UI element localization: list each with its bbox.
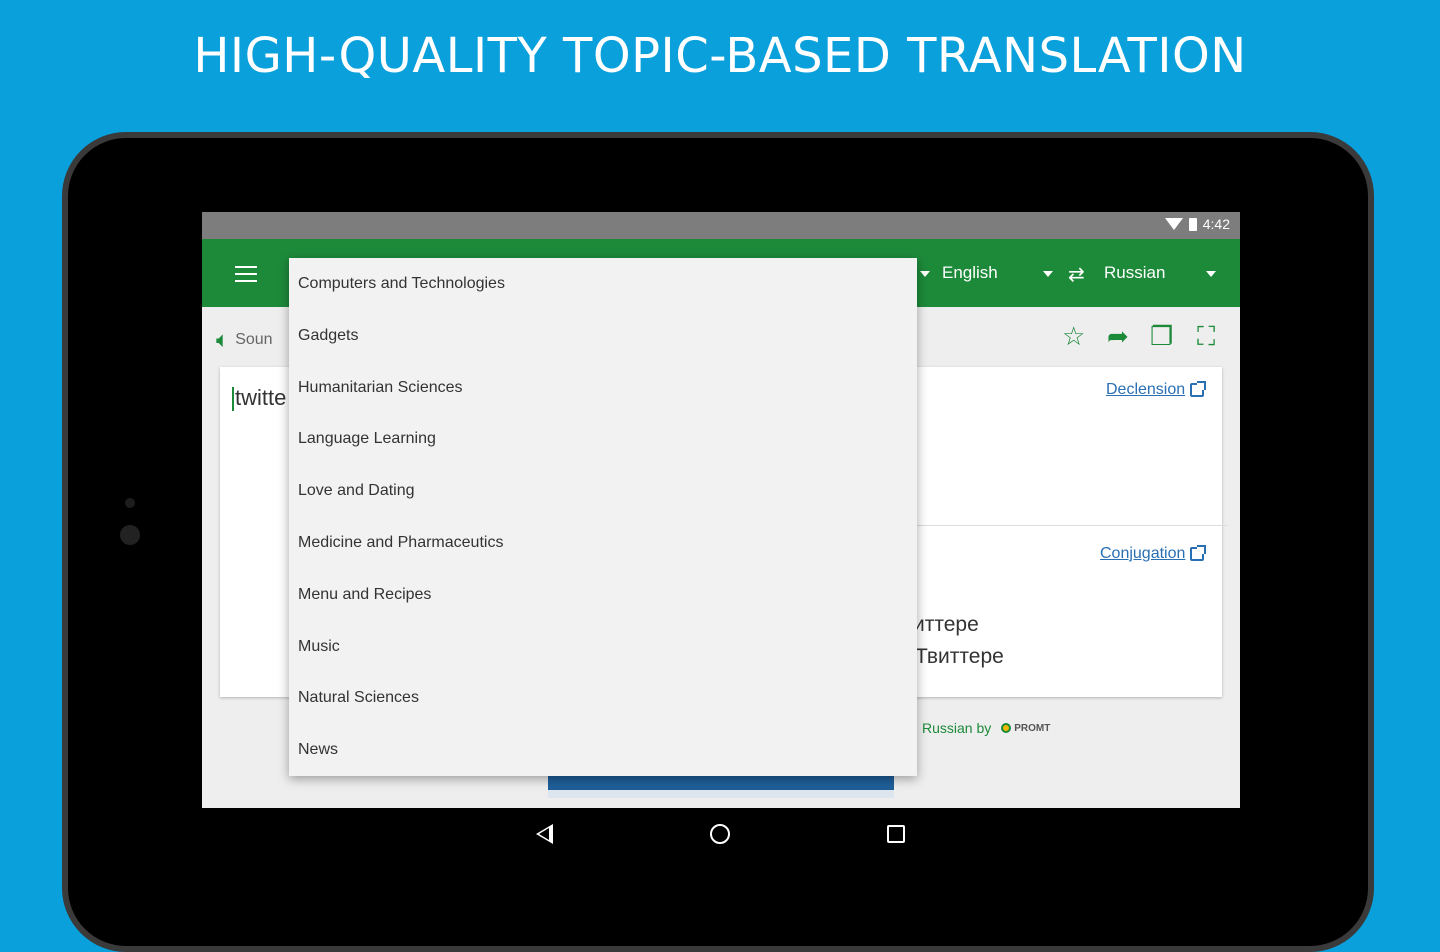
sound-button[interactable]: 🔈︎ Soun [216,327,273,353]
promt-logo: PROMT [1001,723,1050,734]
topic-item[interactable]: Menu and Recipes [289,569,917,621]
home-icon[interactable] [710,824,730,844]
sound-label: Soun [235,331,273,348]
fullscreen-icon[interactable]: ⛶ [1197,321,1215,353]
speaker-icon: 🔈︎ [216,327,230,352]
topic-item[interactable]: Computers and Technologies [289,258,917,310]
copy-icon[interactable]: ❐ [1150,321,1173,352]
keyboard-preview [548,776,894,798]
wifi-icon [1164,218,1183,230]
external-link-icon [1190,545,1207,561]
topic-item[interactable]: Love and Dating [289,465,917,517]
swap-languages-icon[interactable]: ⇄ [1068,262,1085,287]
promt-logo-icon [1001,723,1012,733]
share-icon[interactable]: ➦ [1107,321,1129,352]
topic-item[interactable]: Medicine and Pharmaceutics [289,517,917,569]
declension-link[interactable]: Declension [1106,381,1207,399]
system-nav-bar [202,808,1240,860]
conjugation-link[interactable]: Conjugation [1100,545,1207,563]
app-screen: 4:42 English ⇄ Russian 🔈︎ Soun ☆ ➦ ❐ ⛶ t… [202,212,1240,808]
camera-dot [120,525,140,545]
target-language-caret-icon[interactable] [1206,271,1216,277]
back-icon[interactable] [536,824,553,844]
target-language-select[interactable]: Russian [1104,263,1165,283]
powered-by: Russian by PROMT [922,720,1051,736]
result-line: Твиттере [915,645,1004,668]
recent-apps-icon[interactable] [887,825,905,843]
headline: HIGH-QUALITY TOPIC-BASED TRANSLATION [193,28,1247,84]
menu-icon[interactable] [235,266,257,282]
result-line: иттере [913,613,979,636]
external-link-icon [1190,381,1207,397]
status-bar: 4:42 [202,212,1240,239]
topic-item[interactable]: Humanitarian Sciences [289,362,917,414]
topic-item[interactable]: News [289,724,917,776]
text-cursor [232,387,234,412]
target-language-label: Russian [1104,263,1166,282]
topic-item[interactable]: Language Learning [289,413,917,465]
topic-dropdown-caret-icon[interactable] [920,271,930,277]
source-language-label: English [942,263,998,282]
divider [900,525,1228,526]
sensor-dot [125,498,135,508]
topic-item[interactable]: Natural Sciences [289,672,917,724]
status-time: 4:42 [1202,216,1230,232]
source-text-input[interactable]: twitte [232,385,286,412]
source-language-caret-icon[interactable] [1043,271,1053,277]
topic-item[interactable]: Music [289,621,917,673]
topic-dropdown-menu: Computers and Technologies Gadgets Human… [289,258,917,776]
source-language-select[interactable]: English [942,263,998,283]
topic-item[interactable]: Gadgets [289,310,917,362]
battery-icon [1188,217,1197,231]
star-icon[interactable]: ☆ [1062,321,1085,352]
